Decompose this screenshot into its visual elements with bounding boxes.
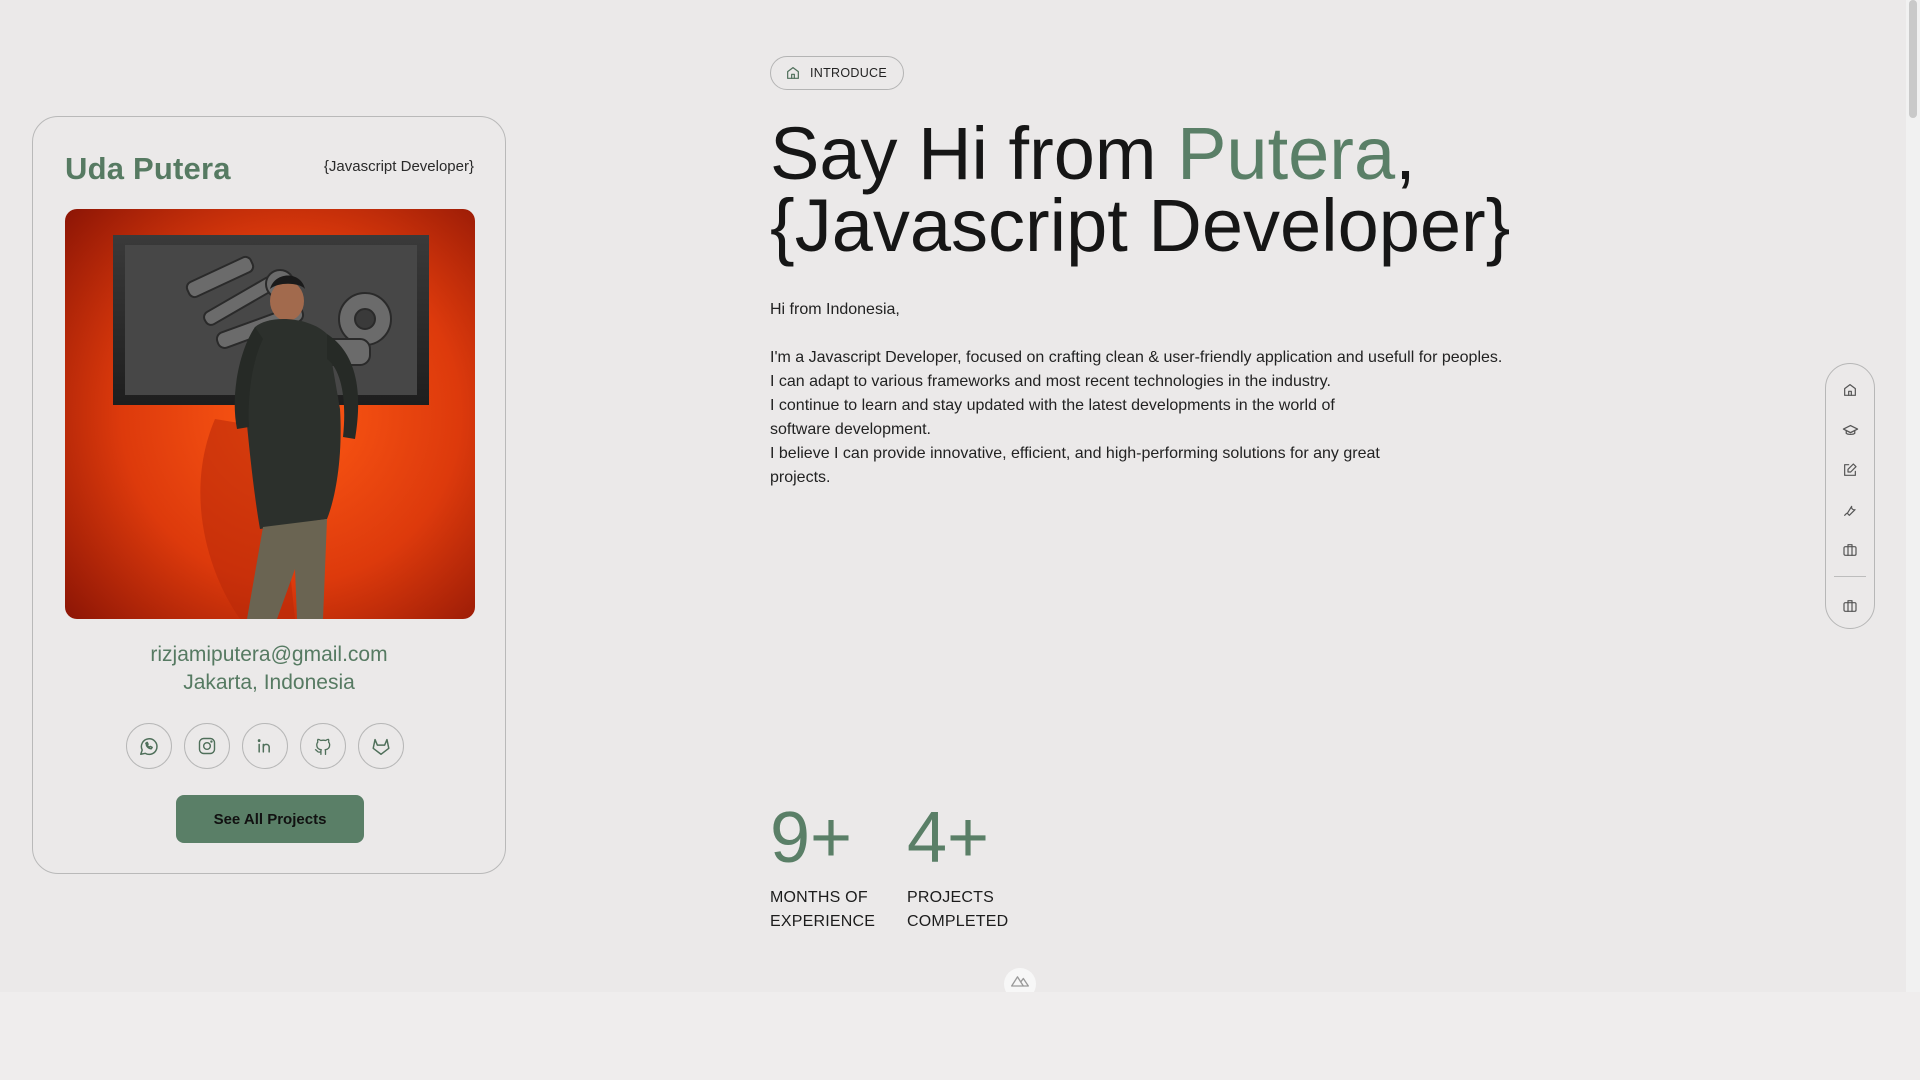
side-nav xyxy=(1825,363,1875,629)
github-icon xyxy=(314,738,331,755)
bio-line: I believe I can provide innovative, effi… xyxy=(770,445,1380,462)
stat-label-line: COMPLETED xyxy=(907,913,1009,930)
nav-item-skills[interactable] xyxy=(1838,498,1862,522)
profile-location: Jakarta, Indonesia xyxy=(183,671,355,694)
hero-title-comma: , xyxy=(1395,112,1416,195)
bio-line: projects. xyxy=(770,469,831,486)
nav-item-education[interactable] xyxy=(1838,418,1862,442)
gitlab-icon xyxy=(372,738,390,755)
nav-item-home[interactable] xyxy=(1838,378,1862,402)
bio: Hi from Indonesia, I'm a Javascript Deve… xyxy=(770,298,1580,490)
home-icon xyxy=(1844,384,1856,396)
bio-line: I'm a Javascript Developer, focused on c… xyxy=(770,349,1503,366)
briefcase-icon xyxy=(1843,600,1857,612)
profile-name: Uda Putera xyxy=(65,151,231,186)
viewport: Uda Putera {Javascript Developer} rizjam… xyxy=(0,0,1920,992)
nav-item-blog[interactable] xyxy=(1838,458,1862,482)
linkedin-link[interactable] xyxy=(242,723,288,769)
hero-title-prefix: Say Hi from xyxy=(770,112,1178,195)
see-all-projects-button[interactable]: See All Projects xyxy=(176,795,364,843)
page: Uda Putera {Javascript Developer} rizjam… xyxy=(0,0,1920,1080)
hero-title-line2: {Javascript Developer} xyxy=(770,184,1511,267)
stat-label: PROJECTS COMPLETED xyxy=(907,886,1008,934)
page-scrollbar[interactable] xyxy=(1906,0,1920,992)
instagram-icon xyxy=(198,737,216,755)
introduce-badge: INTRODUCE xyxy=(770,56,905,90)
stat-label-line: PROJECTS xyxy=(907,889,994,906)
bio-line: I continue to learn and stay updated wit… xyxy=(770,397,1335,414)
nav-item-work[interactable] xyxy=(1838,594,1862,618)
briefcase-icon xyxy=(1843,544,1857,556)
nuxt-devtools-button[interactable] xyxy=(1004,968,1036,992)
github-link[interactable] xyxy=(300,723,346,769)
nav-item-portfolio[interactable] xyxy=(1838,538,1862,562)
social-links xyxy=(126,723,404,769)
stat-label: MONTHS OF EXPERIENCE xyxy=(770,886,875,934)
profile-photo xyxy=(65,209,475,619)
nuxt-icon xyxy=(1011,976,1029,987)
stat-label-line: MONTHS OF xyxy=(770,889,868,906)
linkedin-icon xyxy=(257,739,270,753)
graduation-cap-icon xyxy=(1842,424,1858,435)
stat-value: 4+ xyxy=(907,798,990,878)
hero-title-accent: Putera xyxy=(1177,112,1396,195)
nav-divider xyxy=(1834,576,1866,577)
introduce-label: INTRODUCE xyxy=(810,66,888,80)
hero-title: Say Hi from Putera, {Javascript Develope… xyxy=(770,117,1510,263)
tools-icon xyxy=(1844,505,1856,516)
stat-projects: 4+ PROJECTS COMPLETED xyxy=(907,800,1008,934)
whatsapp-link[interactable] xyxy=(126,723,172,769)
bio-greeting: Hi from Indonesia, xyxy=(770,301,900,318)
bio-line: I can adapt to various frameworks and mo… xyxy=(770,373,1331,390)
home-icon xyxy=(787,67,799,79)
edit-icon xyxy=(1844,463,1857,476)
below-viewport-area xyxy=(0,992,1920,1080)
scrollbar-thumb[interactable] xyxy=(1909,0,1917,118)
profile-email[interactable]: rizjamiputera@gmail.com xyxy=(33,643,505,667)
instagram-link[interactable] xyxy=(184,723,230,769)
gitlab-link[interactable] xyxy=(358,723,404,769)
stat-label-line: EXPERIENCE xyxy=(770,913,876,930)
bio-line: software development. xyxy=(770,421,931,438)
stat-value: 9+ xyxy=(770,798,853,878)
profile-card: Uda Putera {Javascript Developer} rizjam… xyxy=(32,116,506,874)
profile-role: {Javascript Developer} xyxy=(323,158,474,175)
stat-experience: 9+ MONTHS OF EXPERIENCE xyxy=(770,800,875,934)
whatsapp-icon xyxy=(140,738,158,756)
